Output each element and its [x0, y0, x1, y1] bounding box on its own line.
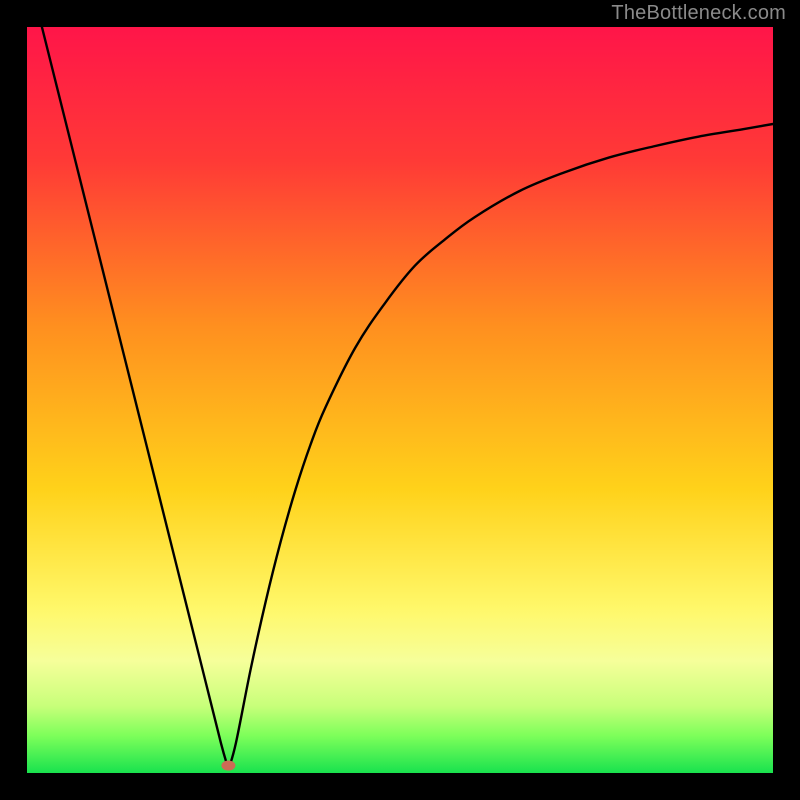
minimum-marker: [221, 761, 235, 771]
chart-stage: TheBottleneck.com: [0, 0, 800, 800]
chart-background: [27, 27, 773, 773]
chart-plot: [27, 27, 773, 773]
watermark-text: TheBottleneck.com: [611, 2, 786, 25]
